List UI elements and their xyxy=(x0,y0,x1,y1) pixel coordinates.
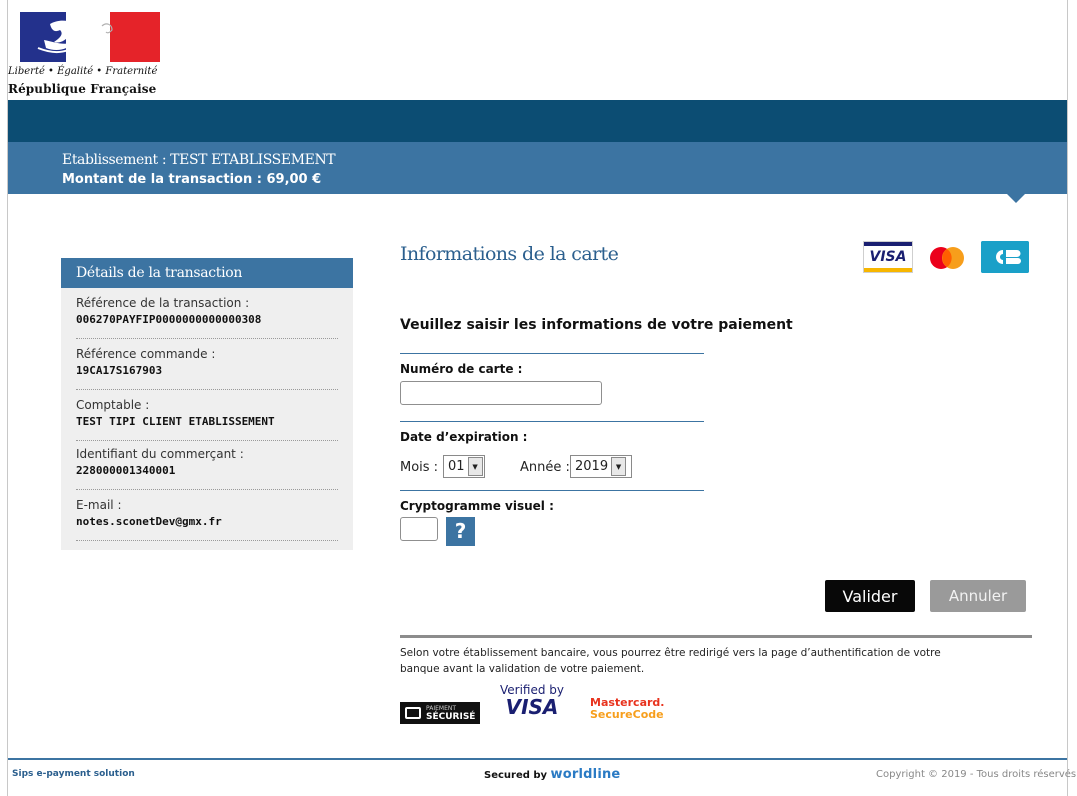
mastercard-securecode-logo: Mastercard. SecureCode xyxy=(590,697,664,721)
detail-email: E-mail : notes.sconetDev@gmx.fr xyxy=(76,498,338,541)
worldline-logo: worldline xyxy=(550,767,621,782)
republic-name: République Française xyxy=(8,82,157,96)
detail-label: Comptable : xyxy=(76,398,150,412)
details-title: Détails de la transaction xyxy=(61,258,353,288)
transaction-details-panel: Détails de la transaction Référence de l… xyxy=(61,258,353,550)
card-number-label: Numéro de carte : xyxy=(400,362,523,376)
month-selected-value: 01 xyxy=(448,459,465,474)
detail-value: 228000001340001 xyxy=(76,464,176,477)
top-dark-band xyxy=(8,100,1067,142)
detail-value: 006270PAYFIP0000000000000308 xyxy=(76,313,262,326)
footer-secured-by: Secured by worldline xyxy=(484,767,620,782)
marianne-flag-logo xyxy=(20,12,160,62)
cb-icon xyxy=(981,241,1029,273)
card-number-input[interactable] xyxy=(400,381,602,405)
page-border-right xyxy=(1067,0,1068,796)
separator xyxy=(400,421,704,422)
lock-icon xyxy=(405,707,421,719)
visa-logo: VISA xyxy=(863,241,913,273)
detail-value: 19CA17S167903 xyxy=(76,364,163,377)
detail-label: Référence commande : xyxy=(76,347,216,361)
year-select[interactable]: 2019 ▼ xyxy=(570,455,632,478)
detail-label: E-mail : xyxy=(76,498,122,512)
expiry-date-label: Date d’expiration : xyxy=(400,430,528,444)
footer-copyright: Copyright © 2019 - Tous droits réservés xyxy=(876,769,1077,780)
bank-redirect-note: Selon votre établissement bancaire, vous… xyxy=(400,647,941,675)
cancel-button[interactable]: Annuler xyxy=(930,580,1026,612)
band-pointer-icon xyxy=(1007,194,1025,203)
detail-label: Référence de la transaction : xyxy=(76,296,250,310)
year-label: Année : xyxy=(520,460,570,475)
verified-visa-text: VISA xyxy=(505,695,559,719)
marianne-icon xyxy=(37,20,113,54)
secure-payment-main: SÉCURISÉ xyxy=(426,712,476,722)
month-label: Mois : xyxy=(400,460,439,475)
detail-accountant: Comptable : TEST TIPI CLIENT ETABLISSEME… xyxy=(76,398,338,441)
card-info-title: Informations de la carte xyxy=(400,243,619,265)
detail-merchant-id: Identifiant du commerçant : 228000001340… xyxy=(76,447,338,490)
verified-by-visa-logo: Verified by VISA xyxy=(500,683,564,717)
chevron-down-icon[interactable]: ▼ xyxy=(611,457,627,476)
detail-value: TEST TIPI CLIENT ETABLISSEMENT xyxy=(76,415,275,428)
separator xyxy=(400,490,704,491)
cvv-input[interactable] xyxy=(400,517,438,541)
mastercard-logo xyxy=(930,247,964,269)
detail-transaction-reference: Référence de la transaction : 006270PAYF… xyxy=(76,296,338,339)
detail-label: Identifiant du commerçant : xyxy=(76,447,244,461)
establishment-name: Etablissement : TEST ETABLISSEMENT xyxy=(62,152,336,168)
separator xyxy=(400,635,1032,638)
submit-button[interactable]: Valider xyxy=(825,580,915,612)
secured-by-text: Secured by xyxy=(484,770,548,781)
year-selected-value: 2019 xyxy=(575,459,609,474)
detail-value: notes.sconetDev@gmx.fr xyxy=(76,515,222,528)
visa-logo-text: VISA xyxy=(869,249,907,265)
transaction-amount: Montant de la transaction : 69,00 € xyxy=(62,172,322,187)
month-select[interactable]: 01 ▼ xyxy=(443,455,485,478)
detail-order-reference: Référence commande : 19CA17S167903 xyxy=(76,347,338,390)
footer-separator xyxy=(8,758,1067,760)
securecode-text: SecureCode xyxy=(590,708,664,721)
cvv-help-button[interactable]: ? xyxy=(446,517,475,546)
republique-francaise-logo: Liberté • Égalité • Fraternité Républiqu… xyxy=(8,10,168,100)
chevron-down-icon[interactable]: ▼ xyxy=(467,457,483,476)
form-intro-text: Veuillez saisir les informations de votr… xyxy=(400,317,793,333)
cvv-label: Cryptogramme visuel : xyxy=(400,499,554,513)
secure-payment-logo: PAIEMENT SÉCURISÉ xyxy=(400,702,480,724)
footer-solution-name: Sips e-payment solution xyxy=(12,769,135,779)
separator xyxy=(400,353,704,354)
motto-text: Liberté • Égalité • Fraternité xyxy=(8,66,158,77)
cb-logo xyxy=(981,241,1029,273)
